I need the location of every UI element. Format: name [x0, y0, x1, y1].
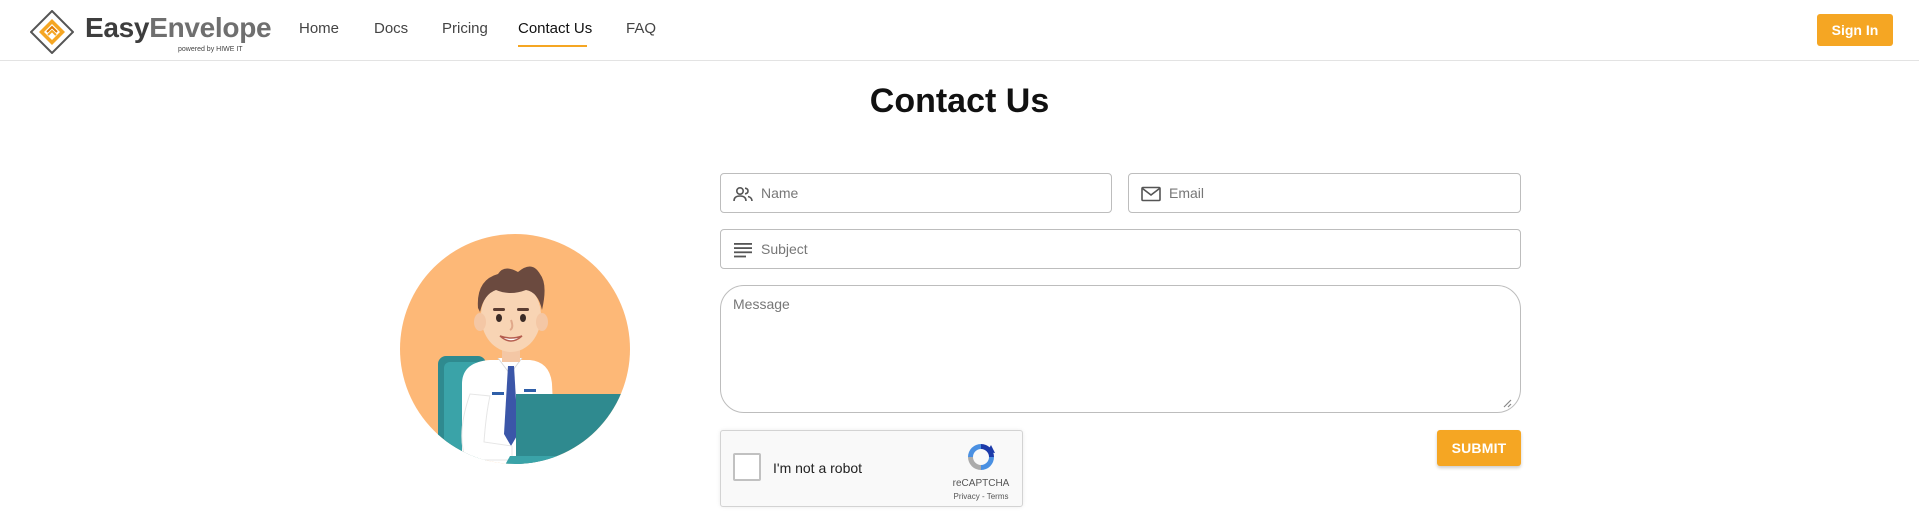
- message-field: [720, 285, 1521, 413]
- sign-in-button[interactable]: Sign In: [1817, 14, 1893, 46]
- email-input[interactable]: [1169, 174, 1510, 212]
- submit-button[interactable]: SUBMIT: [1437, 430, 1521, 466]
- subject-lines-icon: [734, 243, 752, 258]
- subject-input[interactable]: [761, 230, 1510, 268]
- recaptcha-logo-icon: [968, 444, 995, 470]
- nav-docs[interactable]: Docs: [374, 20, 408, 37]
- top-navbar: EasyEnvelope powered by HIWE IT Home Doc…: [0, 0, 1919, 61]
- recaptcha-label: I'm not a robot: [773, 460, 863, 476]
- message-textarea[interactable]: [733, 296, 1508, 402]
- page-title: Contact Us: [869, 82, 1050, 120]
- mail-icon: [1141, 186, 1161, 202]
- people-icon: [733, 186, 753, 202]
- subject-field: [720, 229, 1521, 269]
- name-field: [720, 173, 1112, 213]
- brand-name: EasyEnvelope: [85, 12, 272, 44]
- brand-name-part1: Easy: [85, 12, 150, 43]
- recaptcha-terms-link[interactable]: Terms: [987, 492, 1009, 501]
- support-agent-illustration: [400, 234, 630, 464]
- brand-name-part2: Envelope: [149, 12, 272, 43]
- nav-active-indicator: [518, 45, 587, 47]
- recaptcha-links-separator: -: [979, 492, 987, 501]
- brand-tagline: powered by HIWE IT: [178, 46, 243, 53]
- nav-home[interactable]: Home: [299, 20, 339, 37]
- envelope-logo-icon: [30, 10, 74, 54]
- nav-contact-us[interactable]: Contact Us: [518, 20, 592, 37]
- recaptcha-privacy-link[interactable]: Privacy: [954, 492, 980, 501]
- recaptcha-widget: I'm not a robot reCAPTCHA Privacy - Term…: [720, 430, 1023, 507]
- brand-logo[interactable]: EasyEnvelope powered by HIWE IT: [30, 8, 272, 54]
- email-field: [1128, 173, 1521, 213]
- name-input[interactable]: [761, 174, 1101, 212]
- recaptcha-links: Privacy - Terms: [943, 492, 1019, 501]
- recaptcha-brand: reCAPTCHA: [952, 478, 1010, 489]
- resize-handle-icon[interactable]: [1502, 398, 1512, 408]
- nav-pricing[interactable]: Pricing: [442, 20, 488, 37]
- recaptcha-checkbox[interactable]: [733, 453, 761, 481]
- nav-faq[interactable]: FAQ: [626, 20, 656, 37]
